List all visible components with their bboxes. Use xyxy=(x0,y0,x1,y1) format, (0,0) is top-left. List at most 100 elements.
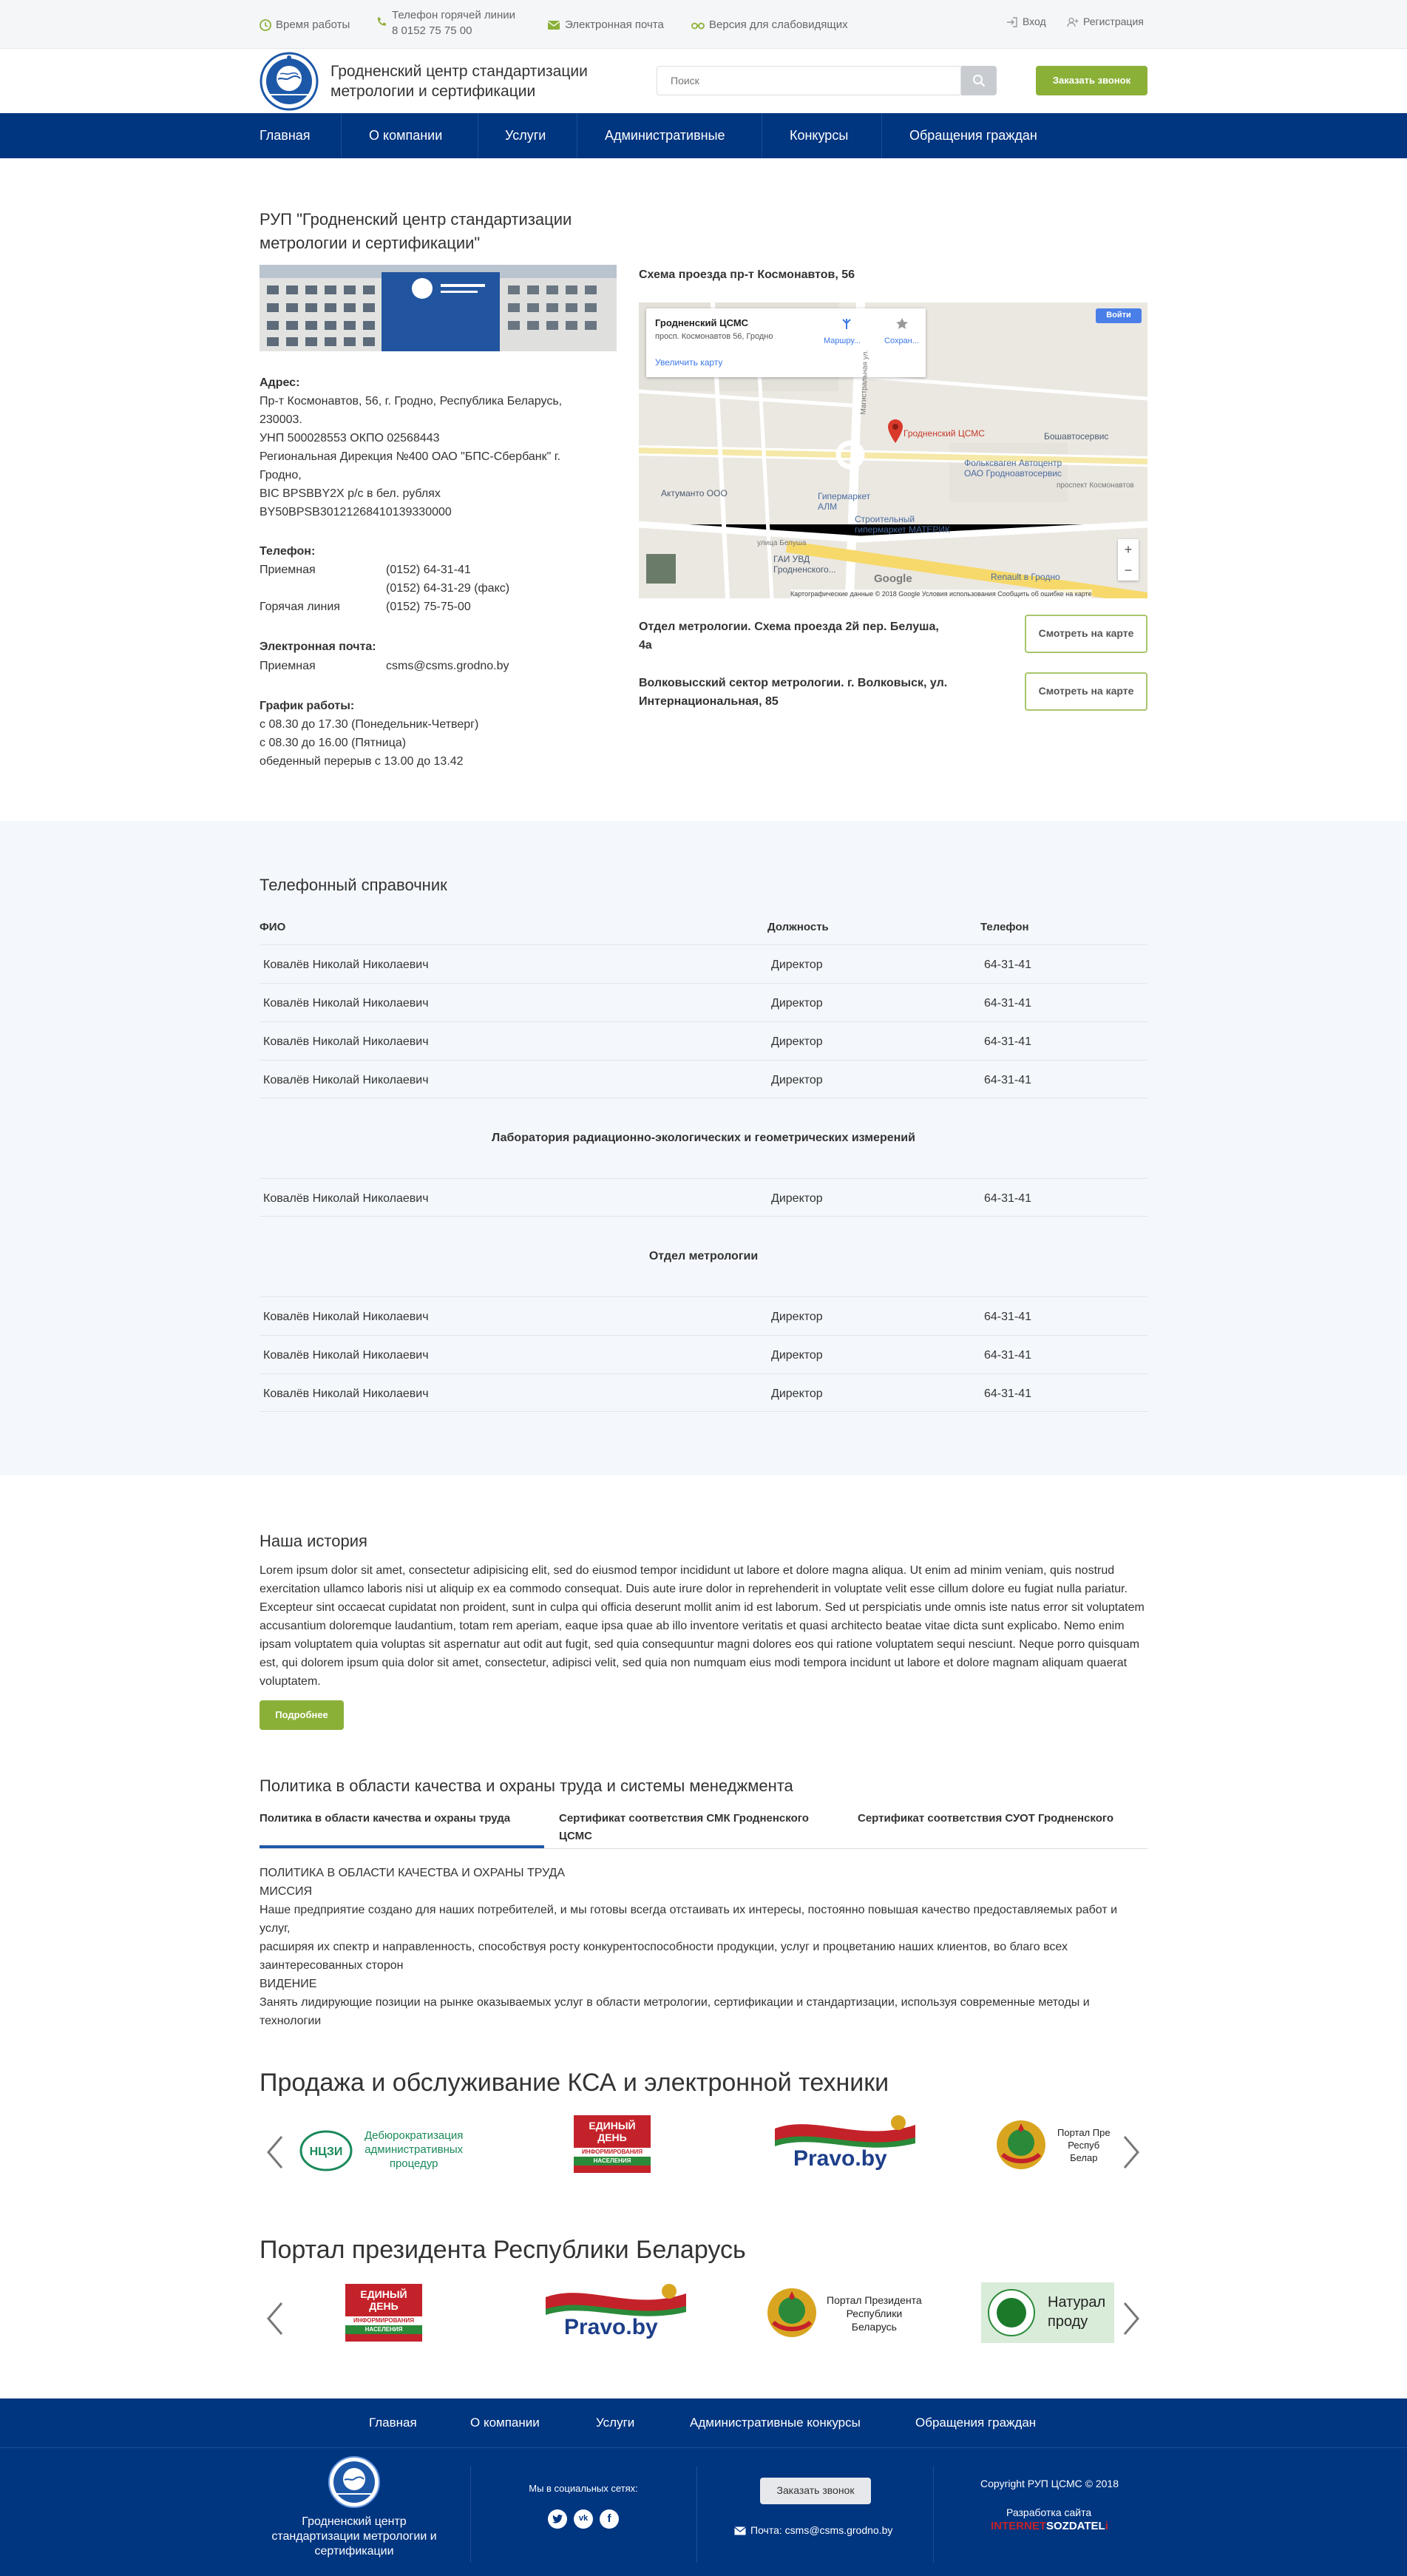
history-line: accusantium doloremque laudantium, totam… xyxy=(260,1620,1125,1632)
map-marker-icon[interactable] xyxy=(887,419,903,444)
email-label: Электронная почта xyxy=(565,18,664,31)
partner-logo-info-day[interactable]: ЕДИНЫЙ ДЕНЬ ИНФОРМИРОВАНИЯ НАСЕЛЕНИЯ xyxy=(574,2115,651,2173)
more-button[interactable]: Подробнее xyxy=(260,1700,344,1730)
schedule-line: с 08.30 до 17.30 (Понедельник-Четверг) xyxy=(260,718,479,731)
tab-quality-policy[interactable]: Политика в области качества и охраны тру… xyxy=(260,1810,544,1848)
show-on-map-button[interactable]: Смотреть на карте xyxy=(1025,672,1147,711)
footer-email-link[interactable]: Почта: csms@csms.grodno.by xyxy=(734,2523,892,2539)
map-marker-label: Гродненский ЦСМС xyxy=(903,428,985,439)
map-route-link[interactable]: Маршру... xyxy=(824,335,861,348)
col-header-position: Должность xyxy=(767,921,829,933)
zoom-out-button[interactable]: − xyxy=(1118,560,1139,581)
zoom-in-button[interactable]: + xyxy=(1118,539,1139,560)
footer-logo[interactable] xyxy=(325,2455,384,2509)
low-vision-link[interactable]: Версия для слабовидящих xyxy=(691,16,848,33)
star-icon[interactable] xyxy=(895,317,909,331)
cell-phone: 64-31-41 xyxy=(984,1387,1032,1400)
map-poi-text: Строительный xyxy=(855,514,915,524)
work-hours-link[interactable]: Время работы xyxy=(260,16,350,33)
phone-value[interactable]: (0152) 64-31-41 xyxy=(386,561,471,579)
map-enlarge-link[interactable]: Увеличить карту xyxy=(655,356,722,370)
nav-item-administrative[interactable]: Административные xyxy=(605,113,725,158)
footer-nav-appeals[interactable]: Обращения граждан xyxy=(915,2413,1036,2433)
footer-nav-home[interactable]: Главная xyxy=(369,2413,417,2433)
logo-text: Натурал xyxy=(1048,2294,1106,2310)
cell-phone: 64-31-41 xyxy=(984,1192,1032,1205)
partner-logo-pravo[interactable]: Pravo.by xyxy=(771,2114,919,2173)
carousel-next-icon[interactable] xyxy=(1120,2134,1142,2171)
map-login-button[interactable]: Войти xyxy=(1096,308,1142,323)
register-link[interactable]: Регистрация xyxy=(1067,14,1144,30)
glasses-icon xyxy=(691,22,705,30)
cell-name: Ковалёв Николай Николаевич xyxy=(263,1387,429,1400)
table-row: Ковалёв Николай Николаевич Директор 64-31-… xyxy=(260,1178,1147,1217)
logo-text: процедур xyxy=(389,2157,438,2170)
brand-name[interactable]: Гродненский центр стандартизации метроло… xyxy=(330,61,588,101)
brand-line-2: метрологии и сертификации xyxy=(330,83,536,100)
address-line: Региональная Дирекция №400 ОАО "БПС-Сбер… xyxy=(260,450,561,463)
table-row: Ковалёв Николай Николаевич Директор 64-31-… xyxy=(260,944,1147,983)
show-on-map-button[interactable]: Смотреть на карте xyxy=(1025,615,1147,653)
company-logo[interactable] xyxy=(260,52,319,111)
partner-logo-natural[interactable]: Натурал проду xyxy=(981,2282,1114,2343)
schedule-line: с 08.30 до 16.00 (Пятница) xyxy=(260,737,407,749)
cell-position: Директор xyxy=(771,959,823,971)
map-card-title: Гродненский ЦСМС xyxy=(655,317,749,328)
footer-nav-contests[interactable]: Административные конкурсы xyxy=(690,2413,861,2433)
footer-nav-about[interactable]: О компании xyxy=(470,2413,540,2433)
carousel-prev-icon[interactable] xyxy=(264,2300,286,2337)
address-line: Пр-т Космонавтов, 56, г. Гродно, Республ… xyxy=(260,395,563,408)
carousel-prev-icon[interactable] xyxy=(264,2134,286,2171)
partner-logo-president-portal[interactable]: Портал Президента Республики Беларусь xyxy=(766,2287,936,2340)
partner-logo-pravo[interactable]: Pravo.by xyxy=(542,2282,690,2342)
footer-nav-services[interactable]: Услуги xyxy=(596,2413,634,2433)
developer-logo[interactable]: INTERNETSOZDATELi xyxy=(991,2518,1108,2535)
copyright: Copyright РУП ЦСМС © 2018 xyxy=(980,2478,1119,2489)
email-name: Приемная xyxy=(260,660,316,672)
cell-phone: 64-31-41 xyxy=(984,1035,1032,1048)
map-poi-label: ГАИ УВД Гродненского... xyxy=(773,554,836,575)
carousel-next-icon[interactable] xyxy=(1120,2300,1142,2337)
phone-value[interactable]: (0152) 75-75-00 xyxy=(386,598,471,616)
partner-logo-president-portal[interactable]: Портал Пре Респуб Белар xyxy=(995,2119,1125,2172)
map-poi-label: Актуманто ООО xyxy=(661,488,728,498)
logo-text: Портал Президента xyxy=(827,2294,922,2306)
cell-position: Директор xyxy=(771,1349,823,1362)
map-widget[interactable]: Гродненский ЦСМС просп. Космонавтов 56, … xyxy=(639,302,1147,598)
cell-name: Ковалёв Николай Николаевич xyxy=(263,1349,429,1362)
history-line: exercitation ullamco laboris nisi ut ali… xyxy=(260,1583,1128,1595)
vk-icon[interactable]: vk xyxy=(574,2509,593,2529)
directions-icon[interactable] xyxy=(840,317,853,331)
nav-item-services[interactable]: Услуги xyxy=(505,113,546,158)
policy-text: ПОЛИТИКА В ОБЛАСТИ КАЧЕСТВА И ОХРАНЫ ТРУ… xyxy=(260,1864,1147,2030)
nav-item-home[interactable]: Главная xyxy=(260,113,311,158)
email-link[interactable]: Электронная почта xyxy=(547,16,664,33)
phone-value[interactable]: (0152) 64-31-29 (факс) xyxy=(386,579,509,598)
map-save-link[interactable]: Сохран... xyxy=(884,335,919,348)
tab-smk-certificate[interactable]: Сертификат соответствия СМК Гродненского… xyxy=(559,1810,844,1845)
login-link[interactable]: Вход xyxy=(1006,14,1046,30)
partner-logo-info-day[interactable]: ЕДИНЫЙ ДЕНЬ ИНФОРМИРОВАНИЯ НАСЕЛЕНИЯ xyxy=(345,2284,422,2342)
search-button[interactable] xyxy=(961,66,997,95)
login-label: Вход xyxy=(1023,16,1046,27)
nav-item-contests[interactable]: Конкурсы xyxy=(790,113,848,158)
hotline-number: 8 0152 75 75 00 xyxy=(392,24,472,37)
branch-title-line: Интернациональная, 85 xyxy=(639,695,779,708)
facebook-icon[interactable]: f xyxy=(600,2509,619,2529)
logo-text: Дебюрократизация xyxy=(365,2129,464,2142)
map-poi-label: Фольксваген Автоцентр ОАО Гродноавтосерви… xyxy=(964,458,1062,479)
search-input[interactable] xyxy=(657,66,961,95)
map-poi-text: АЛМ xyxy=(818,501,838,512)
twitter-icon[interactable] xyxy=(548,2509,567,2529)
hotline-link[interactable]: Телефон горячей линии 8 0152 75 75 00 xyxy=(376,7,515,38)
svg-text:НЦЗИ: НЦЗИ xyxy=(310,2146,343,2158)
footer-callback-button[interactable]: Заказать звонок xyxy=(760,2478,871,2504)
callback-button[interactable]: Заказать звонок xyxy=(1036,66,1147,95)
cell-name: Ковалёв Николай Николаевич xyxy=(263,1074,429,1086)
nav-item-about[interactable]: О компании xyxy=(369,113,442,158)
partner-logo-debureaucratization[interactable]: НЦЗИ Дебюрократизация административных про… xyxy=(298,2121,483,2180)
email-value[interactable]: csms@csms.grodno.by xyxy=(386,657,509,675)
nav-item-appeals[interactable]: Обращения граждан xyxy=(909,113,1037,158)
pravo-label: Pravo.by xyxy=(793,2146,887,2171)
tab-suot-certificate[interactable]: Сертификат соответствия СУОТ Гродненског… xyxy=(858,1810,1147,1828)
